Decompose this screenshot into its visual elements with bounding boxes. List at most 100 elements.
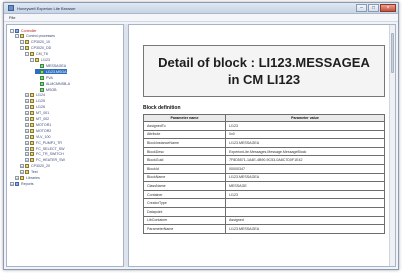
tree-node[interactable]: + MT_001 — [25, 111, 49, 116]
tree-node[interactable]: - LI123 — [30, 58, 50, 63]
collapse-icon[interactable]: - — [25, 52, 29, 57]
expand-icon[interactable]: + — [25, 158, 29, 163]
parameter-value-cell: LI123.MESSAGEA — [225, 172, 385, 183]
collapse-icon[interactable]: - — [15, 34, 19, 39]
block-icon — [40, 63, 44, 68]
table-row: LibContainer Assigned — [143, 215, 385, 226]
folder-icon — [30, 146, 34, 151]
tree-node[interactable]: + MOTOR2 — [25, 128, 51, 133]
parameter-name-cell: AssignedTo — [143, 121, 226, 131]
table-row: BlockInstanceName LI123.MESSAGEA — [143, 138, 385, 148]
folder-icon — [30, 158, 34, 163]
folder-icon — [30, 99, 34, 104]
tree-node[interactable]: LI123.MSGA — [35, 69, 67, 75]
vertical-scrollbar[interactable] — [389, 25, 395, 266]
collapse-icon[interactable]: - — [20, 40, 24, 45]
tree-node-label: MT_002 — [36, 117, 50, 121]
tree-node[interactable]: + Test — [20, 170, 38, 175]
folder-icon — [30, 128, 34, 133]
expand-icon[interactable]: + — [25, 105, 29, 110]
tree-node[interactable]: + FC_SELECT_SW — [25, 146, 65, 151]
tree-node[interactable]: + MOTOR1 — [25, 122, 51, 127]
expand-icon[interactable]: + — [10, 181, 14, 186]
tree-node[interactable]: + LI125 — [25, 99, 45, 104]
tree-node[interactable]: - CP3020_DD — [20, 46, 51, 51]
tree-node[interactable]: + Libraries — [15, 176, 40, 181]
tree-node[interactable]: + LI126 — [25, 105, 45, 110]
folder-icon — [20, 34, 24, 39]
tree-node[interactable]: MESSAGEA — [35, 63, 66, 68]
folder-icon — [15, 28, 19, 33]
parameter-table: Parameter name Parameter value AssignedT… — [143, 114, 385, 234]
tree-node[interactable]: PVA — [35, 75, 53, 80]
expand-icon[interactable]: + — [20, 164, 24, 169]
table-row: ParameterName LI123.MESSAGEA — [143, 224, 385, 234]
tree-node[interactable]: + LI124 — [25, 93, 45, 98]
parameter-name-cell: Datapoint — [143, 206, 226, 217]
column-header-value: Parameter value — [225, 114, 385, 122]
collapse-icon[interactable]: - — [30, 58, 34, 62]
expand-icon[interactable]: + — [25, 122, 29, 127]
expand-icon[interactable]: + — [25, 117, 29, 121]
tree-node-label: FC_HEATER_SW — [36, 158, 65, 163]
expand-icon[interactable]: + — [25, 152, 29, 157]
tree-node[interactable]: - Controller — [10, 28, 37, 33]
tree-node[interactable]: + CP3020_20 — [20, 164, 50, 169]
block-icon — [40, 69, 44, 74]
folder-icon — [30, 122, 34, 127]
tree-node[interactable]: + VLV_100 — [25, 134, 51, 139]
detail-pane: Detail of block : LI123.MESSAGEA in CM L… — [128, 24, 396, 267]
parameter-name-cell: BlockGuid — [143, 155, 226, 165]
block-icon — [40, 75, 44, 80]
parameter-value-cell — [225, 206, 385, 217]
table-row: Attribute 0x0 — [143, 129, 385, 140]
title-bar[interactable]: Honeywell Experion Lite Browser – □ × — [4, 3, 398, 14]
app-icon — [8, 5, 14, 11]
tree-node-label: MOTOR2 — [36, 128, 52, 133]
table-row: CreatorType — [143, 198, 385, 208]
tree-node[interactable]: + MT_002 — [25, 117, 49, 122]
tree-view[interactable]: - Controller - Control processes - CP3020_10-… — [6, 24, 124, 267]
folder-icon — [35, 58, 39, 62]
menu-file[interactable]: File — [9, 15, 15, 20]
parameter-value-cell: 00000347 — [225, 163, 385, 174]
tree-node[interactable]: + FC_HEATER_SW — [25, 158, 65, 163]
detail-title: Detail of block : LI123.MESSAGEA in CM L… — [158, 55, 370, 87]
expand-icon[interactable]: + — [25, 146, 29, 151]
app-window: Honeywell Experion Lite Browser – □ × Fi… — [3, 2, 399, 270]
close-button[interactable]: × — [380, 4, 396, 12]
expand-icon[interactable]: + — [25, 111, 29, 116]
folder-icon — [30, 52, 34, 57]
folder-icon — [30, 111, 34, 116]
tree-node[interactable]: + FC_PUMP1_TR — [25, 140, 62, 145]
expand-icon[interactable]: + — [25, 128, 29, 133]
folder-icon — [25, 40, 29, 45]
tree-node-label: LI123 — [41, 58, 50, 62]
tree-node[interactable]: MSGB — [35, 87, 57, 92]
expand-icon[interactable]: + — [25, 134, 29, 139]
collapse-icon[interactable]: - — [20, 46, 24, 51]
expand-icon[interactable]: + — [20, 170, 24, 175]
expand-icon[interactable]: + — [25, 99, 29, 104]
tree-node[interactable]: ALMCMNSB-A — [35, 81, 70, 86]
folder-icon — [30, 140, 34, 145]
expand-icon[interactable]: + — [15, 176, 19, 180]
tree-node[interactable]: + Reports — [10, 181, 34, 186]
scrollbar-thumb[interactable] — [391, 33, 394, 73]
expand-icon[interactable]: + — [25, 93, 29, 98]
folder-icon — [30, 105, 34, 110]
minimize-button[interactable]: – — [356, 4, 367, 12]
tree-node[interactable]: - CP3020_10 — [20, 40, 50, 45]
tree-node[interactable]: + FC_TR_SWITCH — [25, 152, 64, 157]
maximize-button[interactable]: □ — [368, 4, 379, 12]
section-title: Block definition — [143, 105, 181, 111]
tree-node-label: FC_TR_SWITCH — [36, 152, 64, 157]
tree-node-label: CP3020_10 — [31, 40, 50, 45]
collapse-icon[interactable]: - — [10, 28, 14, 33]
folder-icon — [15, 181, 19, 186]
parameter-name-cell: BlockId — [143, 163, 226, 174]
tree-node[interactable]: - CM_T8 — [25, 52, 48, 57]
expand-icon[interactable]: + — [25, 140, 29, 145]
parameter-name-cell: CreatorType — [143, 198, 226, 208]
tree-node[interactable]: - Control processes — [15, 34, 55, 39]
